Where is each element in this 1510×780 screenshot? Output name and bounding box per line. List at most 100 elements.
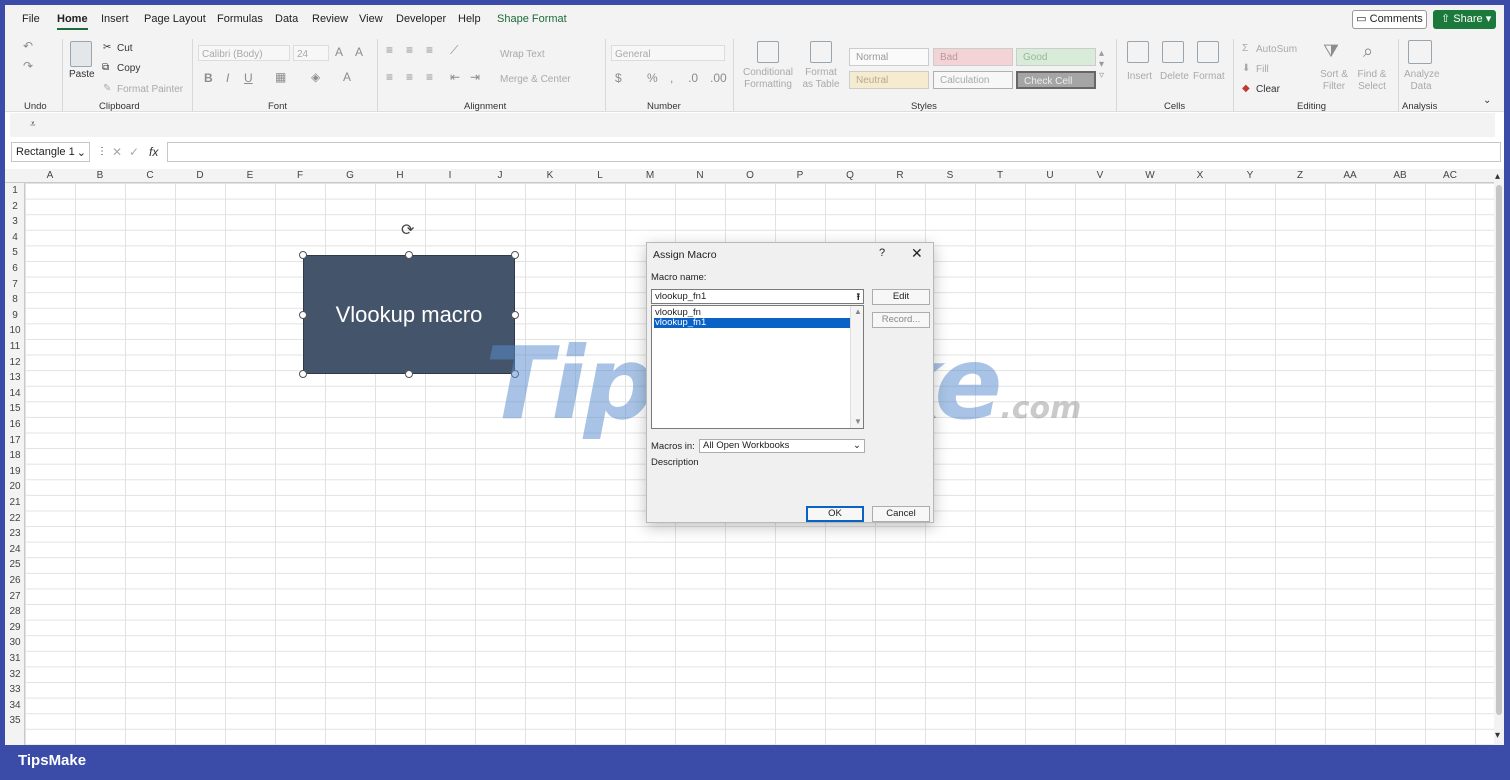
qat-customize-icon[interactable]: ⩡ [30,119,36,130]
font-name-select[interactable]: Calibri (Body) [198,45,290,61]
scroll-up-icon[interactable]: ▲ [854,307,862,316]
row-header[interactable]: 2 [5,201,25,212]
scroll-thumb[interactable] [1496,185,1502,715]
macros-in-select[interactable]: All Open Workbooks ⌄ [699,439,865,453]
row-header[interactable]: 20 [5,481,25,492]
format-painter-button[interactable]: Format Painter [117,84,183,95]
macro-name-input[interactable]: vlookup_fn1 ⭱ [651,289,864,304]
cancel-entry-icon[interactable]: ✕ [112,145,122,159]
number-format-select[interactable]: General [611,45,725,61]
row-header[interactable]: 29 [5,622,25,633]
row-header[interactable]: 7 [5,279,25,290]
align-middle-icon[interactable]: ≡ [406,43,413,57]
column-header[interactable]: Z [1275,170,1325,181]
menu-help[interactable]: Help [458,13,481,25]
column-header[interactable]: O [725,170,775,181]
help-icon[interactable]: ? [879,247,885,259]
find-select-button[interactable]: Find & Select [1355,69,1389,93]
row-header[interactable]: 26 [5,575,25,586]
align-bottom-icon[interactable]: ≡ [426,43,433,57]
row-header[interactable]: 30 [5,637,25,648]
insert-cells-button[interactable]: Insert [1127,71,1152,82]
menu-developer[interactable]: Developer [396,13,446,25]
paste-button[interactable]: Paste [69,69,95,80]
close-icon[interactable]: ✕ [911,245,923,262]
column-header[interactable]: X [1175,170,1225,181]
row-header[interactable]: 6 [5,263,25,274]
align-center-icon[interactable]: ≡ [406,70,413,84]
menu-view[interactable]: View [359,13,383,25]
menu-insert[interactable]: Insert [101,13,129,25]
row-header[interactable]: 4 [5,232,25,243]
collapse-ribbon-icon[interactable]: ⌄ [1483,95,1491,106]
delete-cells-button[interactable]: Delete [1160,71,1189,82]
resize-handle[interactable] [299,311,307,319]
rectangle-shape[interactable]: Vlookup macro [303,255,515,374]
format-cells-button[interactable]: Format [1193,71,1225,82]
resize-handle[interactable] [511,311,519,319]
record-button[interactable]: Record... [872,312,930,328]
macro-list-item-selected[interactable]: vlookup_fn1 [654,318,852,328]
column-header[interactable]: M [625,170,675,181]
row-header[interactable]: 34 [5,700,25,711]
collapse-dialog-icon[interactable]: ⭱ [857,290,860,306]
align-top-icon[interactable]: ≡ [386,43,393,57]
column-header[interactable]: C [125,170,175,181]
italic-button[interactable]: I [226,71,229,85]
column-header[interactable]: V [1075,170,1125,181]
column-header[interactable]: T [975,170,1025,181]
column-header[interactable]: B [75,170,125,181]
borders-icon[interactable]: ▦ [275,70,286,84]
row-header[interactable]: 24 [5,544,25,555]
align-left-icon[interactable]: ≡ [386,70,393,84]
row-header[interactable]: 35 [5,715,25,726]
share-button[interactable]: ⇧ Share ▾ [1433,10,1496,29]
increase-decimal-icon[interactable]: .0 [688,71,698,85]
row-header[interactable]: 23 [5,528,25,539]
column-header[interactable]: I [425,170,475,181]
column-header[interactable]: G [325,170,375,181]
column-header[interactable]: K [525,170,575,181]
menu-home[interactable]: Home [57,13,88,30]
more-options-icon[interactable]: ⋮ [97,146,107,157]
row-header[interactable]: 25 [5,559,25,570]
row-header[interactable]: 8 [5,294,25,305]
row-header[interactable]: 12 [5,357,25,368]
column-header[interactable]: S [925,170,975,181]
menu-page-layout[interactable]: Page Layout [144,13,206,25]
resize-handle[interactable] [405,370,413,378]
resize-handle[interactable] [299,370,307,378]
style-calculation[interactable]: Calculation [933,71,1013,89]
resize-handle[interactable] [511,370,519,378]
name-box[interactable]: Rectangle 1 ⌄ [11,142,90,162]
row-header[interactable]: 1 [5,185,25,196]
increase-font-icon[interactable]: A [335,45,343,59]
copy-button[interactable]: Copy [117,63,140,74]
scroll-down-icon[interactable]: ▼ [854,417,862,426]
row-header[interactable]: 16 [5,419,25,430]
redo-icon[interactable]: ↷ [23,59,33,73]
column-header[interactable]: D [175,170,225,181]
row-header[interactable]: 11 [5,341,25,352]
column-header[interactable]: W [1125,170,1175,181]
style-normal[interactable]: Normal [849,48,929,66]
column-header[interactable]: U [1025,170,1075,181]
merge-center-button[interactable]: Merge & Center [500,74,571,85]
styles-scroll-icon[interactable]: ▴ ▾ ▿ [1099,48,1104,81]
row-header[interactable]: 19 [5,466,25,477]
fill-color-icon[interactable]: ◈ [311,70,320,84]
row-header[interactable]: 33 [5,684,25,695]
confirm-entry-icon[interactable]: ✓ [129,145,139,159]
column-header[interactable]: R [875,170,925,181]
fill-button[interactable]: Fill [1256,64,1269,75]
decrease-font-icon[interactable]: A [355,45,363,59]
row-header[interactable]: 18 [5,450,25,461]
menu-review[interactable]: Review [312,13,348,25]
style-good[interactable]: Good [1016,48,1096,66]
row-header[interactable]: 32 [5,669,25,680]
row-header[interactable]: 15 [5,403,25,414]
row-header[interactable]: 22 [5,513,25,524]
row-header[interactable]: 5 [5,247,25,258]
autosum-button[interactable]: AutoSum [1256,44,1297,55]
insert-function-icon[interactable]: fx [149,145,158,159]
